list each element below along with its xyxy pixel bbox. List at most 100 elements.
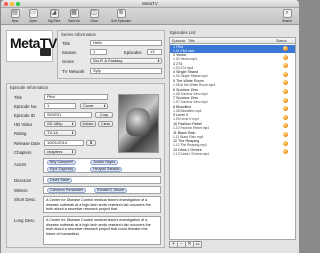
writer-token[interactable]: Cameron Porsandeh [47, 188, 87, 193]
window-title: MetaTV [142, 1, 158, 6]
new-document-icon: ▤ [10, 9, 20, 18]
episode-file-cell: 1-12 The Reaping.mp4 [173, 143, 207, 148]
table-row[interactable]: 6 Survivor Zero 1-06 Survivor Zero.mp4 [170, 88, 295, 97]
episode-file-cell: 1-04 Single Strand.mp4 [173, 74, 208, 79]
clear-button[interactable]: ◫ Clear [86, 9, 102, 23]
table-row[interactable]: 11 Black Rain 1-11 Black Rain.mp4 [170, 131, 295, 140]
status-icon [283, 54, 288, 60]
status-icon [283, 80, 288, 86]
episode-header: Episode Information [10, 85, 49, 90]
table-row[interactable]: 13 Dans L'Ombre 1-13 Dans L'Ombre.mp4 [170, 148, 295, 157]
short-desc-textarea[interactable]: A Center for Disease Control medical tea… [43, 196, 161, 213]
save-as-button[interactable]: ▦ Save As [66, 9, 82, 23]
series-title-field[interactable]: Helix [90, 40, 162, 46]
hd-video-select[interactable]: SD 480p [44, 121, 76, 127]
clear-icon: ◫ [89, 9, 99, 18]
episode-no-field[interactable]: 1 [44, 103, 76, 109]
episode-file-cell: 1-11 Black Rain.mp4 [173, 134, 204, 139]
episode-id-field[interactable]: S01E01 [44, 112, 92, 118]
cover-select[interactable]: Cover [80, 103, 108, 109]
episode-title-field[interactable]: Pilot [44, 94, 108, 100]
open-folder-icon: ▭ [28, 9, 38, 18]
date-stepper[interactable]: ⬍ [86, 140, 96, 146]
sort-episodes-button[interactable]: ≣ Sort Episodes [111, 9, 131, 23]
status-icon [283, 46, 288, 51]
table-row[interactable]: 1 Pilot 1-01 Pilot.mp4 [170, 44, 295, 53]
title-bar: MetaTV [1, 0, 299, 8]
episode-information-panel: Episode Information Title Pilot Episode … [6, 83, 165, 248]
col-episode[interactable]: Episode [172, 39, 185, 43]
tv-network-field[interactable]: Syfy [90, 68, 162, 74]
table-row[interactable]: 12 The Reaping 1-12 The Reaping.mp4 [170, 139, 295, 148]
table-row[interactable]: 2 Vector 1-02 Vector.mp4 [170, 53, 295, 62]
status-icon [283, 149, 288, 155]
chapters-label: Chapters [14, 150, 32, 155]
episode-file-cell: 1-13 Dans L'Ombre.mp4 [173, 151, 209, 156]
col-title[interactable]: Title [188, 39, 195, 43]
app-window: MetaTV ▤ New ▭ Open ◪ Tag Files ▦ Save As ◫ C… [1, 0, 299, 253]
open-button[interactable]: ▭ Open [25, 9, 41, 23]
clear-cover-button[interactable]: Clear [98, 121, 113, 127]
table-row[interactable]: 3 274 1-03 274.mp4 [170, 62, 295, 71]
app-logo: MetaTV [6, 30, 57, 62]
search-button[interactable]: ⌕ Search [279, 9, 295, 23]
chapters-select[interactable]: chapters [44, 149, 76, 155]
writers-label: Writers [14, 188, 28, 193]
series-information-panel: Series Information Title Helix Season 1 … [57, 30, 165, 79]
table-row[interactable]: 10 Fashion Rebel 1-10 Fashion Rebel.mp4 [170, 122, 295, 131]
long-desc-textarea[interactable]: A Center for Disease Control medical tea… [43, 216, 161, 245]
season-field[interactable]: 1 [90, 49, 107, 55]
actor-token[interactable]: Billy Campbell [47, 160, 76, 165]
actor-token[interactable]: Jordan Hayes [90, 160, 119, 165]
season-label: Season [62, 50, 77, 55]
list-options-button[interactable]: ☷ [193, 241, 202, 248]
col-status[interactable]: Status [276, 39, 286, 43]
table-row[interactable]: 8 Bloodline 1-08 Bloodline.mp4 [170, 105, 295, 114]
tag-files-button[interactable]: ◪ Tag Files [46, 9, 62, 23]
list-buttons: + − ✕ ☷ [169, 241, 296, 248]
episode-file-cell: 1-01 Pilot.mp4 [173, 48, 195, 53]
table-row[interactable]: 4 Single Strand 1-04 Single Strand.mp4 [170, 70, 295, 79]
sort-icon: ≣ [116, 9, 126, 18]
table-header: Episode Title Status [170, 38, 295, 44]
episodes-table[interactable]: Episode Title Status 1 Pilot 1-01 Pilot.m… [169, 37, 296, 240]
status-icon [283, 123, 288, 129]
genre-select[interactable]: Sci-Fi & Fantasy [90, 58, 162, 64]
actors-token-field[interactable]: Billy Campbell Jordan Hayes Kyra Zagorsk… [43, 158, 161, 173]
episodes-label: Episodes [124, 50, 142, 55]
actor-token[interactable]: Kyra Zagorsky [47, 166, 77, 172]
episodes-field[interactable]: 13 [147, 49, 162, 55]
genre-label: Genre [62, 59, 74, 64]
status-icon [283, 106, 288, 112]
status-icon [283, 114, 288, 120]
table-row[interactable]: 5 The White Room 1-05 In the White Room.m… [170, 79, 295, 88]
status-icon [283, 132, 288, 137]
tv-network-label: TV Network [62, 69, 85, 74]
status-icon [283, 97, 288, 103]
tv-icon [40, 48, 51, 56]
writers-token-field[interactable]: Cameron Porsandeh Ronald D. Moore [43, 186, 161, 194]
cover-art-image[interactable] [118, 94, 159, 153]
release-date-field[interactable]: 10/01/2014 [44, 140, 84, 146]
delete-button[interactable]: Delete [80, 121, 96, 127]
series-title-label: Title [62, 41, 70, 46]
table-row[interactable]: 7 Survivor Zero 1-07 Survivor Zero.mp4 [170, 96, 295, 105]
directors-token-field[interactable]: David Slade [43, 176, 161, 184]
crop-button[interactable]: Crop [95, 112, 113, 118]
episode-file-cell: 1-07 Survivor Zero.mp4 [173, 100, 208, 105]
rating-select[interactable]: TV-14 [44, 130, 76, 136]
long-desc-label: Long Desc. [14, 218, 36, 223]
actor-token[interactable]: Hiroyuki Sanada [90, 166, 123, 172]
search-icon: ⌕ [282, 9, 292, 18]
status-icon [283, 71, 288, 77]
director-token[interactable]: David Slade [47, 178, 73, 183]
save-icon: ▦ [69, 9, 79, 18]
episodes-list-panel: Episodes List Episode Title Status 1 Pil… [169, 30, 296, 248]
episode-no-label: Episode No. [14, 104, 38, 109]
episode-file-cell: 1-05 In the White Room.mp4 [173, 82, 216, 87]
status-icon [283, 63, 288, 69]
writer-token[interactable]: Ronald D. Moore [94, 188, 128, 193]
table-row[interactable]: 9 Level X 1-09 Level X.mp4 [170, 113, 295, 122]
episode-file-cell: 1-06 Survivor Zero.mp4 [173, 91, 208, 96]
series-header: Series Information [61, 32, 96, 37]
